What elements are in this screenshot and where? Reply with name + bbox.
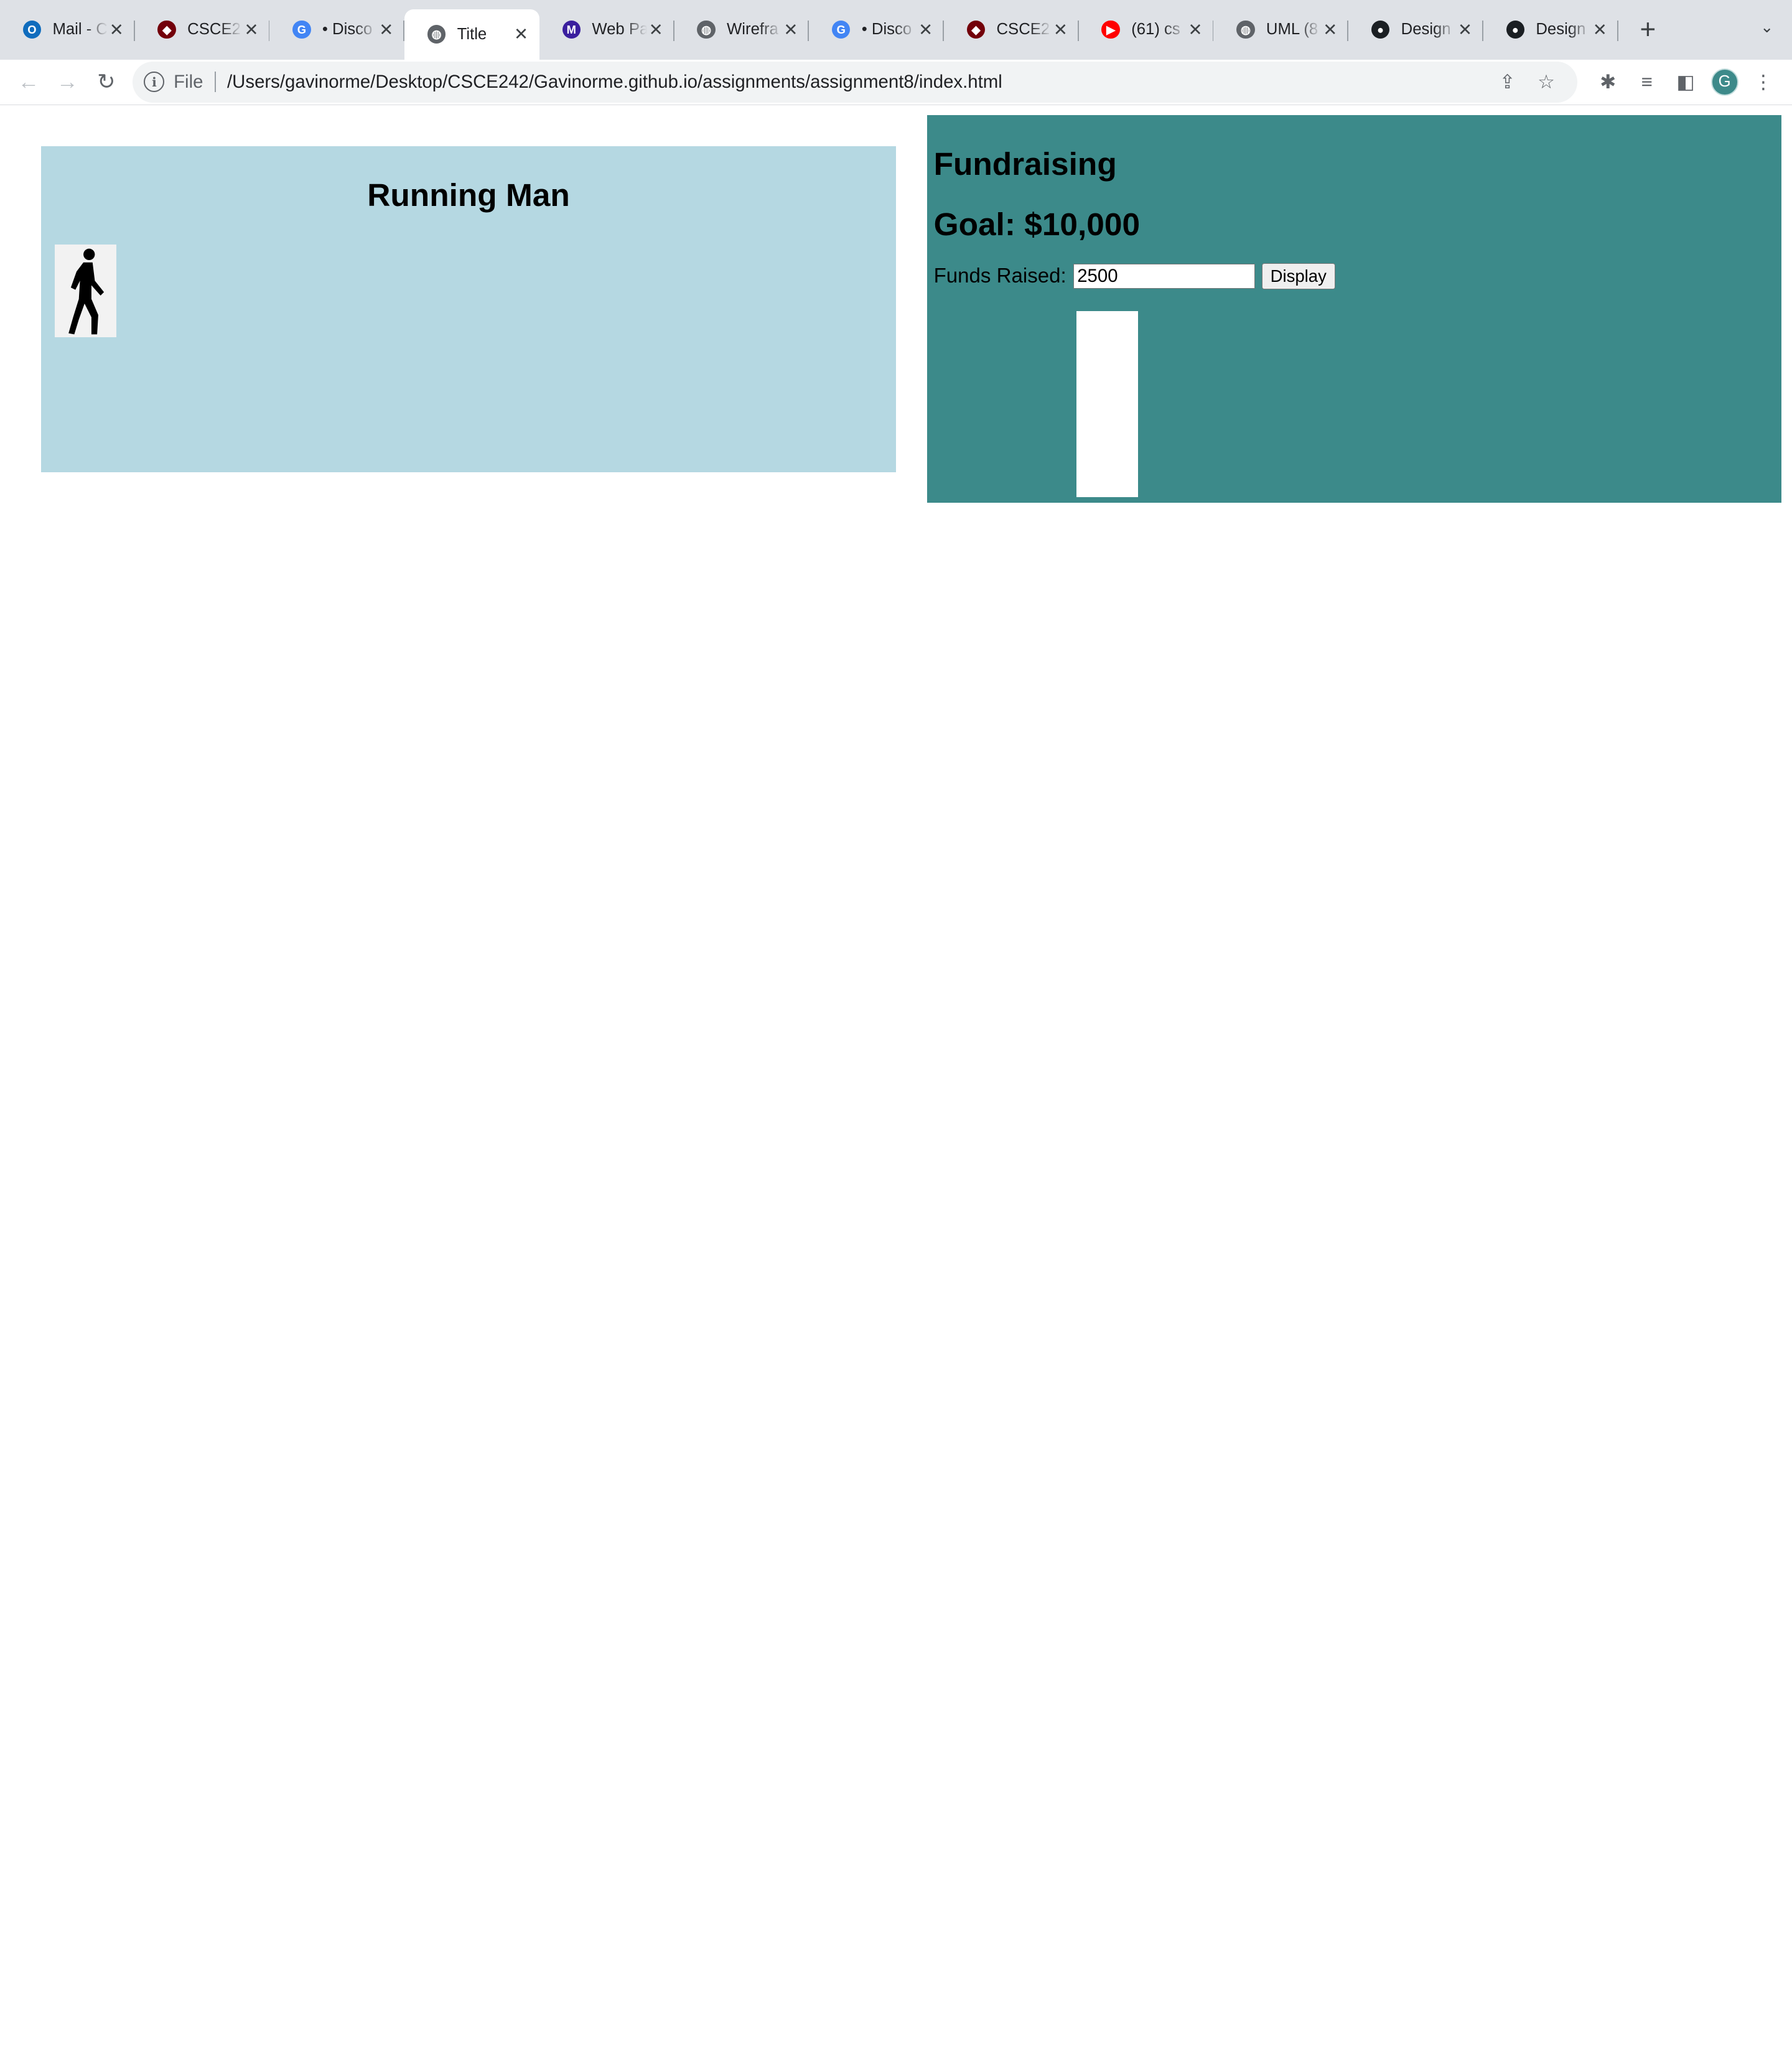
- browser-chrome: O Mail - C ✕ ◆ CSCE2 ✕ G • Disco ✕ ◍ Title ✕ M Web Pa…: [0, 0, 1792, 105]
- google-circle-icon: G: [832, 21, 851, 39]
- tab-title: (61) cs: [1131, 21, 1180, 39]
- close-tab-icon[interactable]: ✕: [108, 20, 126, 40]
- url-text[interactable]: /Users/gavinorme/Desktop/CSCE242/Gavinor…: [227, 72, 1488, 93]
- close-tab-icon[interactable]: ✕: [512, 24, 530, 44]
- tab-separator: [1617, 21, 1618, 42]
- close-tab-icon[interactable]: ✕: [782, 20, 800, 40]
- close-tab-icon[interactable]: ✕: [377, 20, 395, 40]
- funds-raised-input[interactable]: [1073, 263, 1255, 289]
- m-icon: M: [562, 21, 581, 39]
- browser-tab[interactable]: ◆ CSCE2 ✕: [944, 9, 1079, 50]
- gamecock-icon: ◆: [966, 21, 986, 39]
- tab-title: Design: [1536, 21, 1586, 39]
- reload-button[interactable]: ↻: [87, 63, 126, 101]
- tab-title: Design: [1401, 21, 1451, 39]
- tab-title: UML (8: [1266, 21, 1318, 39]
- globe-icon: ◍: [697, 21, 716, 39]
- tab-title: CSCE2: [187, 21, 241, 39]
- browser-tab[interactable]: ◍ Title ✕: [404, 9, 539, 60]
- browser-tab[interactable]: ◆ CSCE2 ✕: [135, 9, 270, 50]
- browser-tab[interactable]: ◍ UML (8 ✕: [1213, 9, 1349, 50]
- google-circle-icon: G: [292, 21, 311, 39]
- browser-tab[interactable]: ◍ Wirefra ✕: [674, 9, 810, 50]
- browser-tab[interactable]: M Web Pa ✕: [539, 9, 674, 50]
- close-tab-icon[interactable]: ✕: [1591, 20, 1609, 40]
- running-man-panel: Running Man: [41, 146, 896, 472]
- fundraising-panel: Fundraising Goal: $10,000 Funds Raised: …: [926, 115, 1782, 503]
- extensions-icon[interactable]: ✱: [1589, 63, 1627, 101]
- address-bar[interactable]: i File /Users/gavinorme/Desktop/CSCE242/…: [133, 61, 1577, 103]
- tab-title: CSCE2: [996, 21, 1050, 39]
- thermometer: [1076, 310, 1139, 497]
- info-icon[interactable]: i: [144, 72, 165, 93]
- close-tab-icon[interactable]: ✕: [242, 20, 260, 40]
- tab-title: Mail - C: [52, 21, 108, 39]
- new-tab-button[interactable]: +: [1627, 9, 1668, 50]
- browser-tab[interactable]: ● Design ✕: [1483, 9, 1618, 50]
- tab-title: • Disco: [861, 21, 912, 39]
- tab-strip: O Mail - C ✕ ◆ CSCE2 ✕ G • Disco ✕ ◍ Title ✕ M Web Pa…: [0, 0, 1792, 60]
- side-panel-icon[interactable]: ◧: [1666, 63, 1705, 101]
- tab-title: Title: [457, 25, 487, 43]
- more-menu-icon[interactable]: ⋮: [1744, 63, 1783, 101]
- back-button[interactable]: ←: [9, 63, 48, 101]
- close-tab-icon[interactable]: ✕: [1321, 20, 1339, 40]
- close-tab-icon[interactable]: ✕: [1186, 20, 1204, 40]
- tab-title: Wirefra: [727, 21, 778, 39]
- outlook-icon: O: [22, 21, 42, 39]
- browser-tab[interactable]: G • Disco ✕: [269, 9, 405, 50]
- close-tab-icon[interactable]: ✕: [1456, 20, 1474, 40]
- omnibox-divider: [214, 72, 216, 93]
- share-icon[interactable]: ⇪: [1488, 71, 1526, 93]
- fundraising-title: Fundraising: [933, 146, 1117, 182]
- tab-title: • Disco: [322, 21, 373, 39]
- youtube-icon: ▶: [1101, 21, 1120, 39]
- display-button[interactable]: Display: [1261, 263, 1335, 290]
- browser-tab[interactable]: ● Design ✕: [1348, 9, 1483, 50]
- close-tab-icon[interactable]: ✕: [647, 20, 665, 40]
- browser-tab[interactable]: G • Disco ✕: [809, 9, 945, 50]
- running-man-title: Running Man: [367, 176, 570, 213]
- forward-button[interactable]: →: [48, 63, 86, 101]
- funds-raised-label: Funds Raised:: [933, 264, 1066, 288]
- browser-tab[interactable]: O Mail - C ✕: [0, 9, 135, 50]
- browser-tab[interactable]: ▶ (61) cs ✕: [1079, 9, 1214, 50]
- page-content: Running Man Fundraising Goal: $10,000 Fu…: [0, 105, 1792, 1120]
- globe-icon: ◍: [1236, 21, 1255, 39]
- gamecock-icon: ◆: [157, 21, 176, 39]
- tab-title: Web Pa: [592, 21, 647, 39]
- bookmark-star-icon[interactable]: ☆: [1527, 71, 1566, 93]
- globe-icon: ◍: [427, 25, 446, 44]
- github-icon: ●: [1506, 21, 1524, 39]
- walking-person-svg: [68, 248, 105, 335]
- thermometer-fill: [1076, 450, 1139, 497]
- browser-toolbar: ← → ↻ i File /Users/gavinorme/Desktop/CS…: [0, 59, 1792, 105]
- close-tab-icon[interactable]: ✕: [917, 20, 935, 40]
- funds-row: Funds Raised: Display: [933, 263, 1782, 290]
- github-icon: ●: [1371, 21, 1390, 39]
- profile-avatar[interactable]: G: [1710, 68, 1738, 96]
- goal-heading: Goal: $10,000: [933, 205, 1141, 242]
- media-control-icon[interactable]: ≡: [1628, 63, 1666, 101]
- url-scheme: File: [174, 71, 203, 92]
- walking-person-icon: [55, 245, 117, 337]
- close-tab-icon[interactable]: ✕: [1052, 20, 1070, 40]
- tab-search-chevron-icon[interactable]: ⌄: [1760, 18, 1774, 37]
